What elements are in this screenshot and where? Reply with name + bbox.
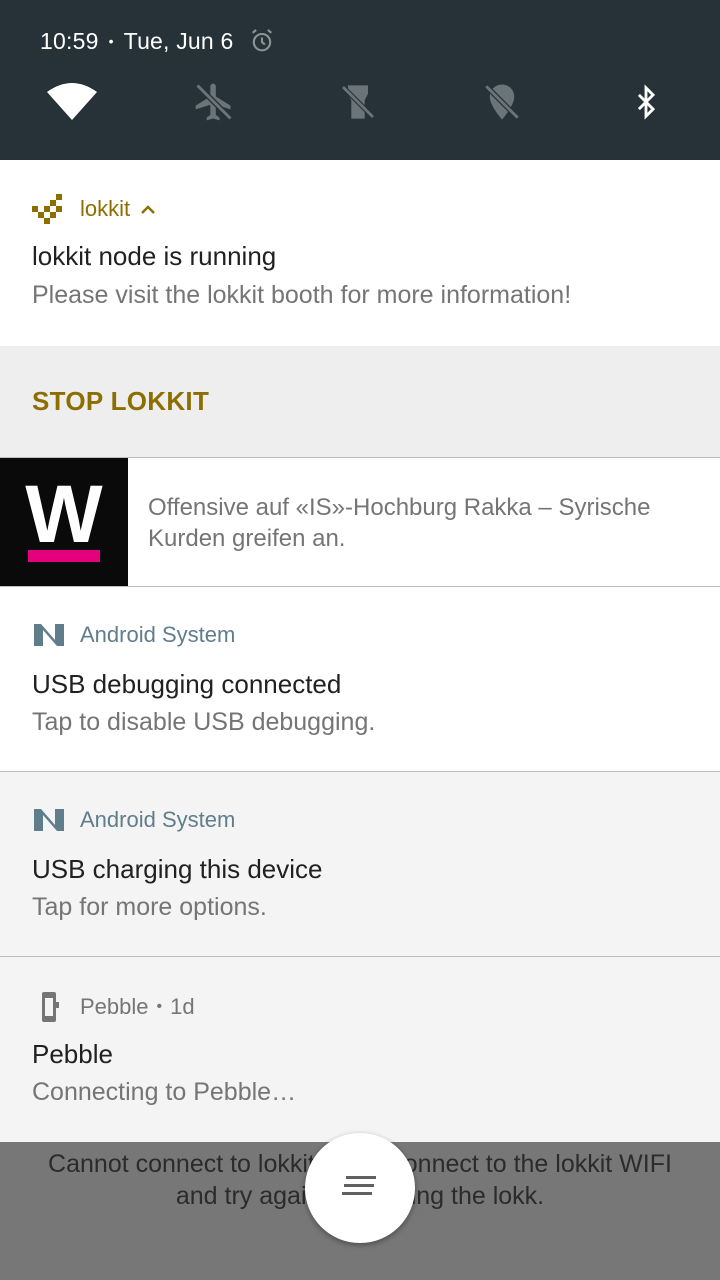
- notification-title: lokkit node is running: [32, 241, 277, 271]
- header-separator: •: [156, 998, 163, 1015]
- android-n-icon: [32, 807, 66, 833]
- notification-header: Android System: [32, 622, 235, 648]
- notification-body: Tap for more options.: [32, 893, 267, 921]
- quick-settings-panel: 10:59 • Tue, Jun 6: [0, 0, 720, 160]
- notification-header: Pebble • 1d: [32, 992, 195, 1022]
- notification-body: Please visit the lokkit booth for more i…: [32, 281, 572, 309]
- notification-title: USB charging this device: [32, 854, 323, 884]
- notification-actions: STOP LOKKIT: [0, 346, 720, 458]
- clear-notifications-button[interactable]: [305, 1133, 415, 1243]
- bluetooth-icon[interactable]: [616, 72, 676, 132]
- notification-app-name: Pebble: [80, 994, 149, 1019]
- status-separator: •: [108, 33, 114, 49]
- notification-header: Android System: [32, 807, 235, 833]
- notification-title: USB debugging connected: [32, 669, 342, 699]
- flashlight-off-icon[interactable]: [328, 72, 388, 132]
- notification-title: Pebble: [32, 1039, 113, 1069]
- quick-settings-tiles: [0, 72, 720, 132]
- status-time: 10:59: [40, 27, 99, 54]
- svg-text:W: W: [25, 469, 103, 560]
- notification-header: lokkit: [32, 194, 156, 224]
- notification-age: 1d: [170, 994, 195, 1019]
- alarm-icon: [248, 27, 276, 55]
- notification-pebble[interactable]: Pebble • 1d Pebble Connecting to Pebble…: [0, 957, 720, 1142]
- airplane-mode-off-icon[interactable]: [184, 72, 244, 132]
- notification-app-name: lokkit: [80, 196, 131, 221]
- status-datetime: 10:59 • Tue, Jun 6: [40, 27, 276, 55]
- lokkit-app-icon: [32, 194, 66, 224]
- android-n-icon: [32, 622, 66, 648]
- notification-body: Offensive auf «IS»-Hochburg Rakka – Syri…: [148, 494, 651, 552]
- location-off-icon[interactable]: [472, 72, 532, 132]
- chevron-up-icon[interactable]: [140, 196, 156, 222]
- wifi-icon[interactable]: [42, 72, 102, 132]
- notification-news[interactable]: W Offensive auf «IS»-Hochburg Rakka – Sy…: [0, 458, 720, 587]
- notification-app-name: Android System: [80, 807, 236, 832]
- status-date[interactable]: Tue, Jun 6: [124, 28, 234, 55]
- news-app-logo: W: [0, 458, 128, 586]
- watch-icon: [32, 992, 66, 1022]
- notification-usb-charging[interactable]: Android System USB charging this device …: [0, 772, 720, 957]
- notification-usb-debugging[interactable]: Android System USB debugging connected T…: [0, 587, 720, 772]
- notification-app-name: Android System: [80, 622, 236, 647]
- notification-body: Connecting to Pebble…: [32, 1078, 297, 1106]
- stop-lokkit-button[interactable]: STOP LOKKIT: [32, 386, 209, 417]
- notification-body: Tap to disable USB debugging.: [32, 708, 376, 736]
- clear-all-icon: [342, 1174, 378, 1203]
- notification-lokkit[interactable]: lokkit lokkit node is running Please vis…: [0, 160, 720, 346]
